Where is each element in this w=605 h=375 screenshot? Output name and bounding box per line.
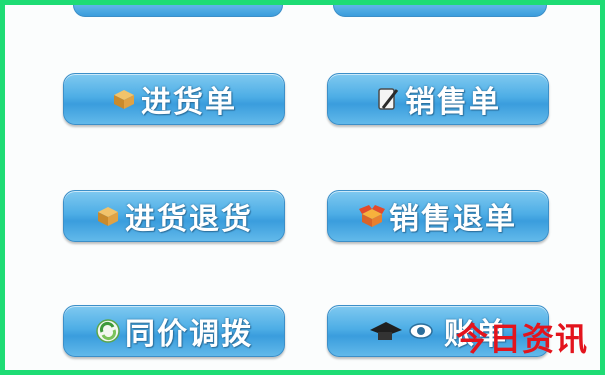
watermark-text: 今日资讯 [455,320,588,358]
sales-return-button[interactable]: 销售退单 [327,190,549,242]
package-icon [111,86,137,112]
partial-button-right[interactable] [333,5,547,17]
hat-icon [368,318,404,344]
sales-order-label: 销售单 [405,85,501,120]
purchase-order-button[interactable]: 进货单 [63,73,285,125]
purchase-return-label: 进货退货 [125,202,253,237]
open-box-icon [359,203,385,229]
sales-return-label: 销售退单 [389,202,517,237]
sales-order-button[interactable]: 销售单 [327,73,549,125]
pen-check-icon [375,86,401,112]
package-icon [95,203,121,229]
purchase-order-label: 进货单 [141,85,237,120]
price-adjust-label: 同价调拨 [125,317,253,352]
button-panel: 进货单 销售单 进货退货 销售退单 同价调拨 账单 今日资讯 [0,0,605,375]
partial-button-left[interactable] [73,5,283,17]
purchase-return-button[interactable]: 进货退货 [63,190,285,242]
price-adjust-button[interactable]: 同价调拨 [63,305,285,357]
eye-icon [408,318,434,344]
recycle-icon [95,318,121,344]
